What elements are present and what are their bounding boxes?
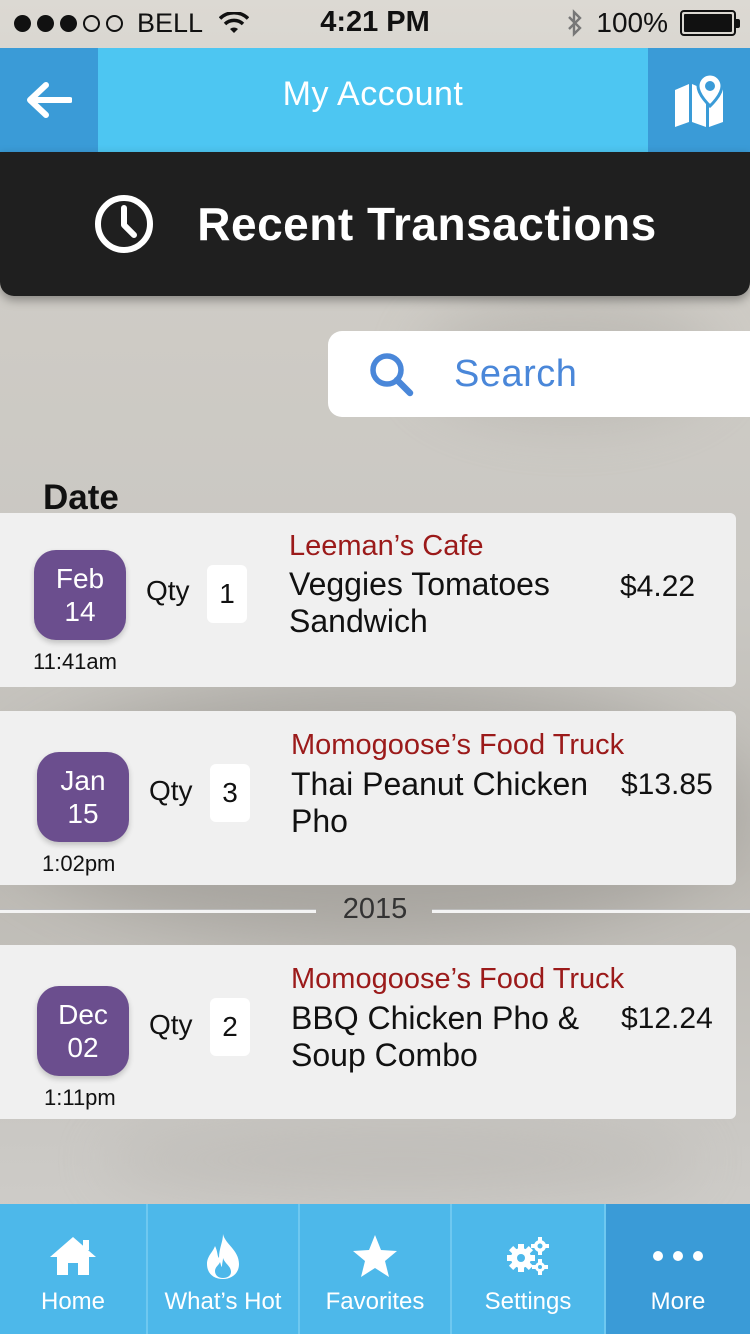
qty-label: Qty [146,575,190,606]
vendor-name: Momogoose’s Food Truck [291,729,625,761]
transaction-time: 1:11pm [44,1085,116,1110]
map-button[interactable] [648,48,750,152]
vendor-name: Leeman’s Cafe [289,530,484,562]
tab-bar: Home What’s Hot Favorites Settings More [0,1204,750,1334]
qty-value: 3 [210,764,250,822]
date-day: 02 [67,1032,99,1063]
transaction-row[interactable]: Dec 02 1:11pm Qty 2 Momogoose’s Food Tru… [0,945,736,1119]
section-banner: Recent Transactions [0,152,750,296]
transaction-time: 1:02pm [42,851,116,876]
tab-label: More [650,1288,706,1315]
section-title: Recent Transactions [197,198,657,250]
tab-label: Home [40,1288,106,1315]
battery-percent: 100% [596,7,668,38]
tab-whats-hot[interactable]: What’s Hot [148,1204,300,1334]
app-header: My Account [0,48,750,152]
date-month: Dec [58,999,108,1030]
home-icon [50,1237,96,1275]
tab-label: What’s Hot [164,1288,282,1315]
date-month: Feb [55,563,105,594]
date-badge: Feb 14 [34,550,126,640]
more-dots-icon [653,1251,703,1261]
tab-favorites[interactable]: Favorites [300,1204,452,1334]
battery-icon [680,10,740,36]
qty-label: Qty [149,1009,193,1040]
map-pin-icon [675,72,724,127]
tab-label: Settings [484,1288,572,1315]
page-title: My Account [282,75,464,113]
flame-icon [207,1234,239,1279]
gears-icon [507,1237,549,1275]
tab-label: Favorites [325,1288,425,1315]
search-icon [370,353,414,397]
date-month: Jan [60,765,106,796]
search-placeholder: Search [454,352,578,395]
separator-line [432,909,750,913]
status-right: 100% [566,7,740,39]
year-separator: 2015 [0,891,750,931]
transaction-time: 11:41am [33,649,117,674]
item-price: $13.85 [621,768,713,801]
date-badge: Dec 02 [37,986,129,1076]
date-day: 14 [64,596,96,627]
date-day: 15 [67,798,99,829]
item-price: $4.22 [620,570,696,603]
qty-value: 1 [207,565,247,623]
date-heading: Date [43,478,119,517]
tab-settings[interactable]: Settings [452,1204,606,1334]
qty-value: 2 [210,998,250,1056]
tab-more[interactable]: More [606,1204,750,1334]
transaction-row[interactable]: Jan 15 1:02pm Qty 3 Momogoose’s Food Tru… [0,711,736,885]
item-name: Veggies Tomatoes Sandwich [289,566,550,639]
background-blur [100,1120,700,1200]
bluetooth-icon [568,9,583,37]
item-name: Thai Peanut Chicken Pho [291,766,589,839]
date-badge: Jan 15 [37,752,129,842]
search-input[interactable]: Search [328,331,750,417]
back-button[interactable] [0,48,98,152]
item-price: $12.24 [621,1002,713,1035]
transaction-row[interactable]: Feb 14 11:41am Qty 1 Leeman’s Cafe Veggi… [0,513,736,687]
clock-icon [95,195,154,253]
tab-home[interactable]: Home [0,1204,148,1334]
star-icon [353,1235,397,1277]
arrow-left-icon [27,82,72,118]
item-name: BBQ Chicken Pho & Soup Combo [291,1000,580,1073]
status-bar: BELL 4:21 PM 100% [0,0,750,48]
qty-label: Qty [149,775,193,806]
vendor-name: Momogoose’s Food Truck [291,963,625,995]
